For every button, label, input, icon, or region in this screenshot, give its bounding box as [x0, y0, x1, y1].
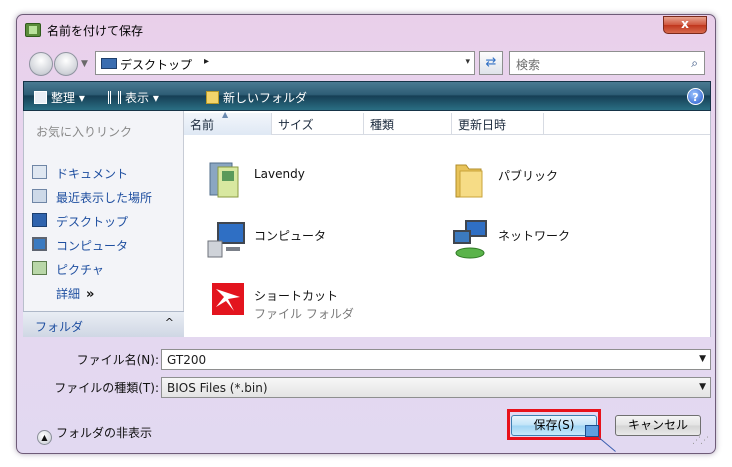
item-name: コンピュータ — [254, 229, 327, 243]
fav-link-label: ピクチャ — [56, 263, 104, 277]
folders-pane-toggle[interactable]: フォルダ ^ — [23, 311, 184, 337]
column-label: 種類 — [370, 118, 395, 132]
item-name: ショートカット — [254, 289, 339, 303]
dialog-app-icon — [25, 23, 41, 37]
list-item-lavendy[interactable]: Lavendy — [196, 157, 396, 203]
filename-label: ファイル名(N): — [76, 353, 159, 367]
column-header-name[interactable]: 名前 ▲ — [184, 110, 272, 135]
pictures-icon — [32, 261, 47, 275]
hide-folders-toggle[interactable]: ▲ フォルダの非表示 — [37, 424, 152, 445]
close-button[interactable]: x — [663, 16, 707, 34]
recent-pages-dropdown-icon[interactable]: ▼ — [81, 59, 88, 69]
annotation-line — [598, 437, 616, 452]
views-label: 表示 — [125, 91, 150, 105]
new-folder-button[interactable]: 新しいフォルダ — [206, 89, 307, 106]
views-icon — [108, 91, 121, 104]
list-item-public[interactable]: パブリック — [440, 157, 640, 203]
shortcut-folder-icon — [212, 283, 244, 315]
filetype-select[interactable]: BIOS Files (*.bin) ▼ — [161, 377, 711, 398]
chevron-down-icon[interactable]: ▼ — [699, 382, 706, 392]
search-placeholder: 検索 — [516, 58, 541, 72]
desktop-icon — [101, 58, 117, 69]
column-header-modified[interactable]: 更新日時 — [452, 113, 544, 135]
recent-places-icon — [32, 189, 47, 203]
user-folder-icon — [209, 162, 239, 198]
fav-link-label: デスクトップ — [56, 215, 129, 229]
column-label: サイズ — [278, 118, 314, 132]
command-toolbar: 整理 ▾ 表示 ▾ 新しいフォルダ ? — [23, 81, 711, 111]
resize-grip-icon[interactable]: ⋰⋰ — [692, 436, 709, 446]
column-header-type[interactable]: 種類 — [364, 113, 452, 135]
desktop-icon — [32, 213, 47, 227]
breadcrumb-chevron-icon[interactable]: ▸ — [204, 56, 209, 67]
computer-icon — [207, 222, 245, 258]
title-bar[interactable]: 名前を付けて保存 x — [17, 15, 715, 45]
new-folder-label: 新しいフォルダ — [223, 91, 308, 105]
column-headers: 名前 ▲ サイズ 種類 更新日時 — [184, 110, 710, 135]
column-label: 名前 — [190, 118, 215, 132]
forward-button[interactable] — [54, 52, 78, 76]
network-icon — [453, 220, 487, 259]
fav-link-label: ドキュメント — [56, 167, 129, 181]
navigation-pane: お気に入りリンク ドキュメント 最近表示した場所 デスクトップ コンピュータ ピ… — [23, 111, 184, 337]
sort-ascending-icon: ▲ — [222, 110, 229, 119]
column-header-size[interactable]: サイズ — [272, 113, 364, 135]
address-bar[interactable]: デスクトップ ▸ ▾ — [95, 51, 475, 75]
chevron-down-icon[interactable]: ▼ — [699, 354, 706, 364]
item-type: ファイル フォルダ — [254, 307, 354, 321]
fav-link-label: 最近表示した場所 — [56, 191, 153, 205]
chevron-up-icon: ^ — [164, 316, 174, 329]
filename-value: GT200 — [167, 353, 207, 367]
back-button[interactable] — [29, 52, 53, 76]
refresh-icon: ⇄ — [485, 55, 497, 70]
hide-folders-label: フォルダの非表示 — [56, 426, 153, 440]
new-folder-icon — [206, 91, 219, 104]
save-dialog-window: 名前を付けて保存 x ▼ デスクトップ ▸ ▾ ⇄ 検索 ⌕ 整理 ▾ 表示 ▾ — [16, 14, 716, 454]
organize-menu[interactable]: 整理 ▾ — [34, 89, 85, 106]
file-list: 名前 ▲ サイズ 種類 更新日時 Lavendy パブリック コンピュータ ネッ… — [184, 110, 711, 337]
more-links-button[interactable]: 詳細 » — [56, 285, 94, 302]
more-label: 詳細 — [56, 287, 81, 301]
folders-label: フォルダ — [35, 320, 84, 334]
organize-icon — [34, 91, 47, 104]
favorite-links-header: お気に入りリンク — [36, 125, 133, 139]
documents-icon — [32, 165, 47, 179]
item-name: ネットワーク — [498, 229, 571, 243]
views-menu[interactable]: 表示 ▾ — [108, 89, 159, 106]
close-icon: x — [681, 17, 689, 31]
window-title: 名前を付けて保存 — [47, 24, 144, 38]
list-item-shortcut[interactable]: ショートカット ファイル フォルダ — [196, 277, 396, 323]
computer-icon — [32, 237, 47, 251]
double-chevron-icon: » — [86, 287, 95, 302]
save-form: ファイル名(N): GT200 ▼ ファイルの種類(T): BIOS Files… — [23, 337, 711, 452]
mouse-cursor-icon — [585, 425, 599, 437]
help-icon[interactable]: ? — [687, 88, 704, 105]
chevron-up-icon: ▲ — [37, 430, 52, 445]
item-name: パブリック — [498, 169, 559, 183]
refresh-button[interactable]: ⇄ — [479, 51, 503, 75]
list-item-network[interactable]: ネットワーク — [440, 217, 640, 263]
search-input[interactable]: 検索 ⌕ — [509, 51, 705, 75]
item-name: Lavendy — [254, 167, 305, 181]
folder-icon — [455, 164, 483, 198]
filetype-value: BIOS Files (*.bin) — [167, 381, 268, 395]
address-location[interactable]: デスクトップ — [120, 56, 192, 73]
search-icon[interactable]: ⌕ — [691, 56, 698, 71]
cancel-button[interactable]: キャンセル — [615, 415, 701, 436]
organize-label: 整理 — [51, 91, 76, 105]
filename-field[interactable]: GT200 ▼ — [161, 349, 711, 370]
column-label: 更新日時 — [458, 118, 507, 132]
address-dropdown-icon[interactable]: ▾ — [465, 57, 470, 67]
fav-link-label: コンピュータ — [56, 239, 129, 253]
filetype-label: ファイルの種類(T): — [54, 381, 159, 395]
list-item-computer[interactable]: コンピュータ — [196, 217, 396, 263]
